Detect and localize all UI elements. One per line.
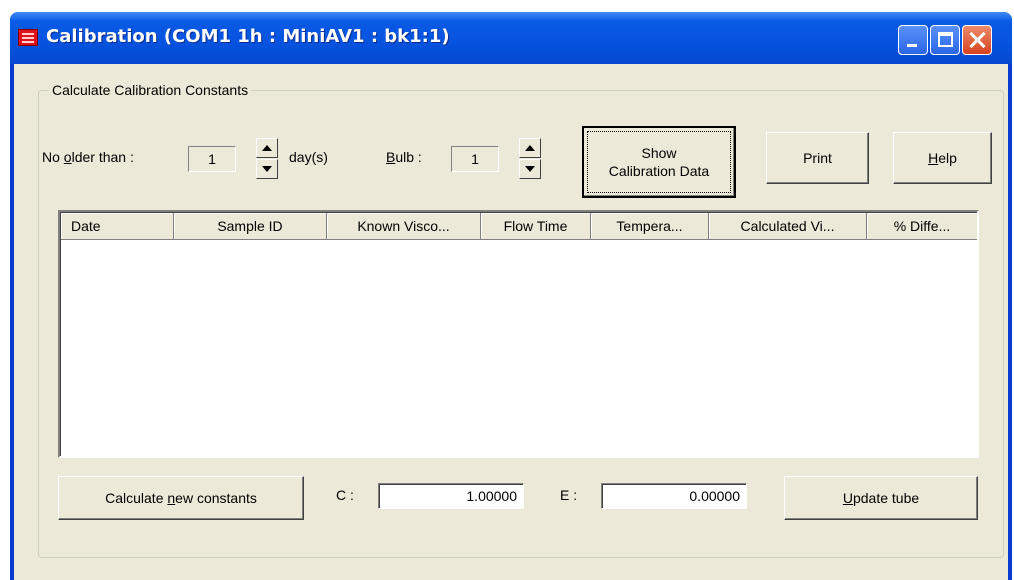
title-bar[interactable]: Calibration (COM1 1h : MiniAV1 : bk1:1) — [10, 12, 1012, 64]
group-label: Calculate Calibration Constants — [49, 82, 252, 98]
column-header-sample-id[interactable]: Sample ID — [174, 213, 327, 240]
bulb-spinner[interactable] — [519, 138, 541, 180]
help-button[interactable]: Help — [893, 132, 992, 184]
show-calibration-data-button[interactable]: Show Calibration Data — [582, 126, 736, 198]
show-button-label: Show Calibration Data — [608, 145, 710, 179]
dialog-client-area: Calculate Calibration Constants No older… — [14, 64, 1008, 580]
maximize-button[interactable] — [930, 25, 960, 55]
column-header-known-viscosity[interactable]: Known Visco... — [327, 213, 481, 240]
calculate-new-constants-button[interactable]: Calculate new constants — [58, 476, 304, 520]
bulb-field[interactable]: 1 — [451, 146, 499, 172]
print-button[interactable]: Print — [766, 132, 869, 184]
column-header-calculated-viscosity[interactable]: Calculated Vi... — [709, 213, 867, 240]
calibration-data-table[interactable]: Date Sample ID Known Visco... Flow Time … — [58, 210, 979, 458]
maximize-icon — [938, 32, 953, 47]
close-icon — [963, 26, 991, 54]
spin-down-icon[interactable] — [519, 159, 541, 179]
window-title: Calibration (COM1 1h : MiniAV1 : bk1:1) — [46, 26, 450, 47]
minimize-button[interactable] — [898, 25, 928, 55]
minimize-icon — [907, 44, 917, 47]
no-older-than-spinner[interactable] — [256, 138, 278, 180]
no-older-than-label: No older than : — [42, 149, 134, 165]
calibration-window: Calibration (COM1 1h : MiniAV1 : bk1:1) … — [10, 12, 1012, 580]
spin-down-icon[interactable] — [256, 159, 278, 179]
spin-up-icon[interactable] — [256, 138, 278, 158]
c-constant-field[interactable]: 1.00000 — [378, 483, 524, 509]
spin-up-icon[interactable] — [519, 138, 541, 158]
e-label: E : — [560, 487, 578, 503]
c-label: C : — [336, 487, 354, 503]
column-header-percent-difference[interactable]: % Diffe... — [867, 213, 977, 240]
app-icon[interactable] — [18, 29, 38, 46]
days-unit-label: day(s) — [289, 149, 328, 165]
close-button[interactable] — [962, 25, 992, 55]
no-older-than-field[interactable]: 1 — [188, 146, 236, 172]
column-header-temperature[interactable]: Tempera... — [591, 213, 709, 240]
update-tube-button[interactable]: Update tube — [784, 476, 978, 520]
bulb-label: Bulb : — [386, 149, 422, 165]
column-header-date[interactable]: Date — [61, 213, 174, 240]
e-constant-field[interactable]: 0.00000 — [601, 483, 747, 509]
table-header: Date Sample ID Known Visco... Flow Time … — [61, 213, 977, 240]
column-header-flow-time[interactable]: Flow Time — [481, 213, 591, 240]
